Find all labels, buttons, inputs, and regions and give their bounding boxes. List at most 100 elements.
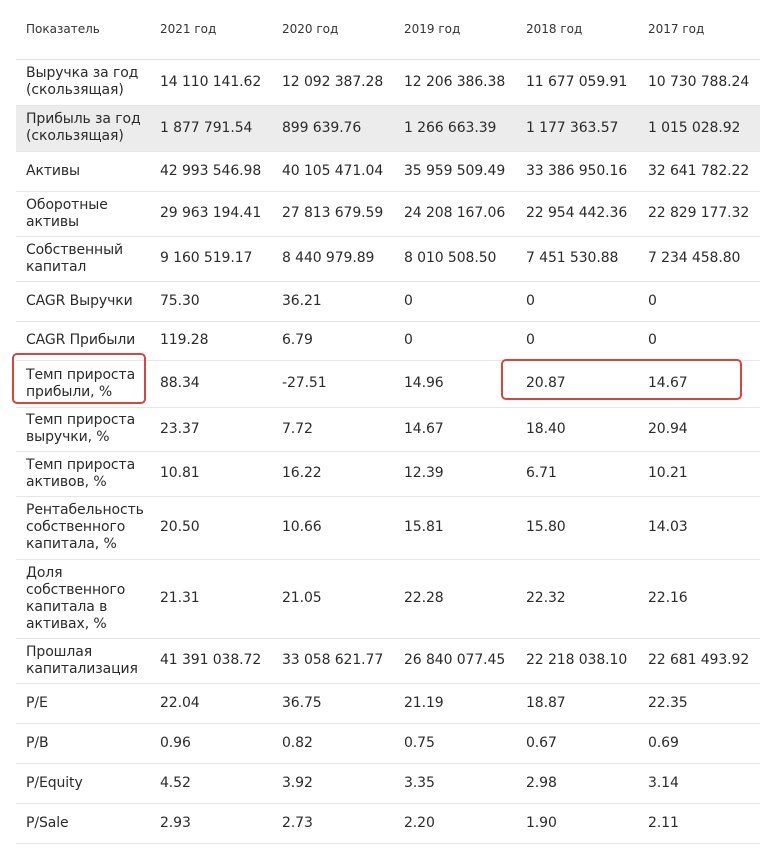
table-cell: 3.35 — [394, 763, 516, 804]
row-label: P/Sale — [16, 803, 150, 844]
row-label: Активы — [16, 151, 150, 192]
table-cell: 6.79 — [272, 321, 394, 361]
table-cell: 23.37 — [150, 407, 272, 452]
table-cell: 1 015 028.92 — [638, 105, 760, 152]
row-label: Темп прироста активов, % — [16, 451, 150, 497]
table-cell: 14 110 141.62 — [150, 59, 272, 106]
table-cell: 33 058 621.77 — [272, 638, 394, 684]
table-header-row: Показатель 2021 год 2020 год 2019 год 20… — [16, 0, 760, 60]
table-cell: 7 451 530.88 — [516, 236, 638, 282]
table-row: Прибыль за год (скользящая) 1 877 791.54… — [16, 105, 760, 152]
table-cell: 14.67 — [638, 360, 760, 408]
table-cell: 15.81 — [394, 496, 516, 560]
table-cell: 21.31 — [150, 559, 272, 639]
column-header-2018: 2018 год — [516, 0, 638, 60]
table-cell: 0 — [638, 281, 760, 322]
table-cell: 29 963 194.41 — [150, 191, 272, 237]
row-label: P/B — [16, 723, 150, 764]
table-row: P/Equity 4.52 3.92 3.35 2.98 3.14 — [16, 763, 760, 804]
table-cell: 18.87 — [516, 683, 638, 724]
row-label: P/E — [16, 683, 150, 724]
table-cell: 8 440 979.89 — [272, 236, 394, 282]
column-header-2017: 2017 год — [638, 0, 760, 60]
row-label: Оборотные активы — [16, 191, 150, 237]
table-cell: 20.50 — [150, 496, 272, 560]
financial-table-container: Показатель 2021 год 2020 год 2019 год 20… — [16, 0, 760, 844]
table-cell: 22 954 442.36 — [516, 191, 638, 237]
table-cell: 0.96 — [150, 723, 272, 764]
table-cell: 10.21 — [638, 451, 760, 497]
table-cell: 36.75 — [272, 683, 394, 724]
table-cell: 16.22 — [272, 451, 394, 497]
table-row: Рентабельность собственного капитала, % … — [16, 496, 760, 560]
table-cell: 10 730 788.24 — [638, 59, 760, 106]
table-cell: 12.39 — [394, 451, 516, 497]
table-row: Доля собственного капитала в активах, % … — [16, 559, 760, 639]
table-cell: 22.32 — [516, 559, 638, 639]
table-cell: 22 681 493.92 — [638, 638, 760, 684]
row-label: Доля собственного капитала в активах, % — [16, 559, 150, 639]
table-cell: 12 206 386.38 — [394, 59, 516, 106]
table-cell: 11 677 059.91 — [516, 59, 638, 106]
table-cell: 22 218 038.10 — [516, 638, 638, 684]
table-cell: 22.16 — [638, 559, 760, 639]
row-label: Темп прироста прибыли, % — [16, 360, 150, 408]
table-cell: 8 010 508.50 — [394, 236, 516, 282]
table-cell: 14.67 — [394, 407, 516, 452]
table-cell: 22.28 — [394, 559, 516, 639]
table-cell: 9 160 519.17 — [150, 236, 272, 282]
table-cell: 0.67 — [516, 723, 638, 764]
table-cell: 20.94 — [638, 407, 760, 452]
table-cell: 24 208 167.06 — [394, 191, 516, 237]
table-cell: 18.40 — [516, 407, 638, 452]
table-cell: 22.35 — [638, 683, 760, 724]
table-cell: 6.71 — [516, 451, 638, 497]
table-cell: 21.19 — [394, 683, 516, 724]
row-label: Рентабельность собственного капитала, % — [16, 496, 150, 560]
row-label: CAGR Прибыли — [16, 321, 150, 361]
table-cell: 1.90 — [516, 803, 638, 844]
table-row: CAGR Прибыли 119.28 6.79 0 0 0 — [16, 321, 760, 361]
table-cell: 14.96 — [394, 360, 516, 408]
row-label: Выручка за год (скользящая) — [16, 59, 150, 106]
column-header-2021: 2021 год — [150, 0, 272, 60]
table-cell: 32 641 782.22 — [638, 151, 760, 192]
table-row: Собственный капитал 9 160 519.17 8 440 9… — [16, 236, 760, 282]
table-cell: 119.28 — [150, 321, 272, 361]
table-cell: 10.66 — [272, 496, 394, 560]
table-cell: 1 177 363.57 — [516, 105, 638, 152]
table-row: Активы 42 993 546.98 40 105 471.04 35 95… — [16, 151, 760, 192]
financial-indicators-table: Показатель 2021 год 2020 год 2019 год 20… — [16, 0, 760, 844]
table-cell: 35 959 509.49 — [394, 151, 516, 192]
table-cell: 3.92 — [272, 763, 394, 804]
table-cell: 0.75 — [394, 723, 516, 764]
table-cell: 10.81 — [150, 451, 272, 497]
table-cell: 0 — [394, 321, 516, 361]
table-cell: 36.21 — [272, 281, 394, 322]
table-cell: 12 092 387.28 — [272, 59, 394, 106]
table-row: P/B 0.96 0.82 0.75 0.67 0.69 — [16, 723, 760, 764]
row-label: Собственный капитал — [16, 236, 150, 282]
table-cell: 21.05 — [272, 559, 394, 639]
table-cell: 0.82 — [272, 723, 394, 764]
table-cell: 0 — [516, 281, 638, 322]
table-cell: 42 993 546.98 — [150, 151, 272, 192]
table-cell: 0 — [516, 321, 638, 361]
row-label: CAGR Выручки — [16, 281, 150, 322]
table-row: Темп прироста прибыли, % 88.34 -27.51 14… — [16, 360, 760, 408]
row-label: P/Equity — [16, 763, 150, 804]
table-cell: 2.93 — [150, 803, 272, 844]
table-cell: 14.03 — [638, 496, 760, 560]
table-row: Прошлая капитализация 41 391 038.72 33 0… — [16, 638, 760, 684]
table-row: Темп прироста активов, % 10.81 16.22 12.… — [16, 451, 760, 497]
table-cell: 22.04 — [150, 683, 272, 724]
table-cell: 2.11 — [638, 803, 760, 844]
table-row: Выручка за год (скользящая) 14 110 141.6… — [16, 59, 760, 106]
table-row: Оборотные активы 29 963 194.41 27 813 67… — [16, 191, 760, 237]
table-cell: 40 105 471.04 — [272, 151, 394, 192]
row-label: Темп прироста выручки, % — [16, 407, 150, 452]
table-cell: 26 840 077.45 — [394, 638, 516, 684]
table-cell: 0.69 — [638, 723, 760, 764]
table-cell: 88.34 — [150, 360, 272, 408]
table-cell: 33 386 950.16 — [516, 151, 638, 192]
